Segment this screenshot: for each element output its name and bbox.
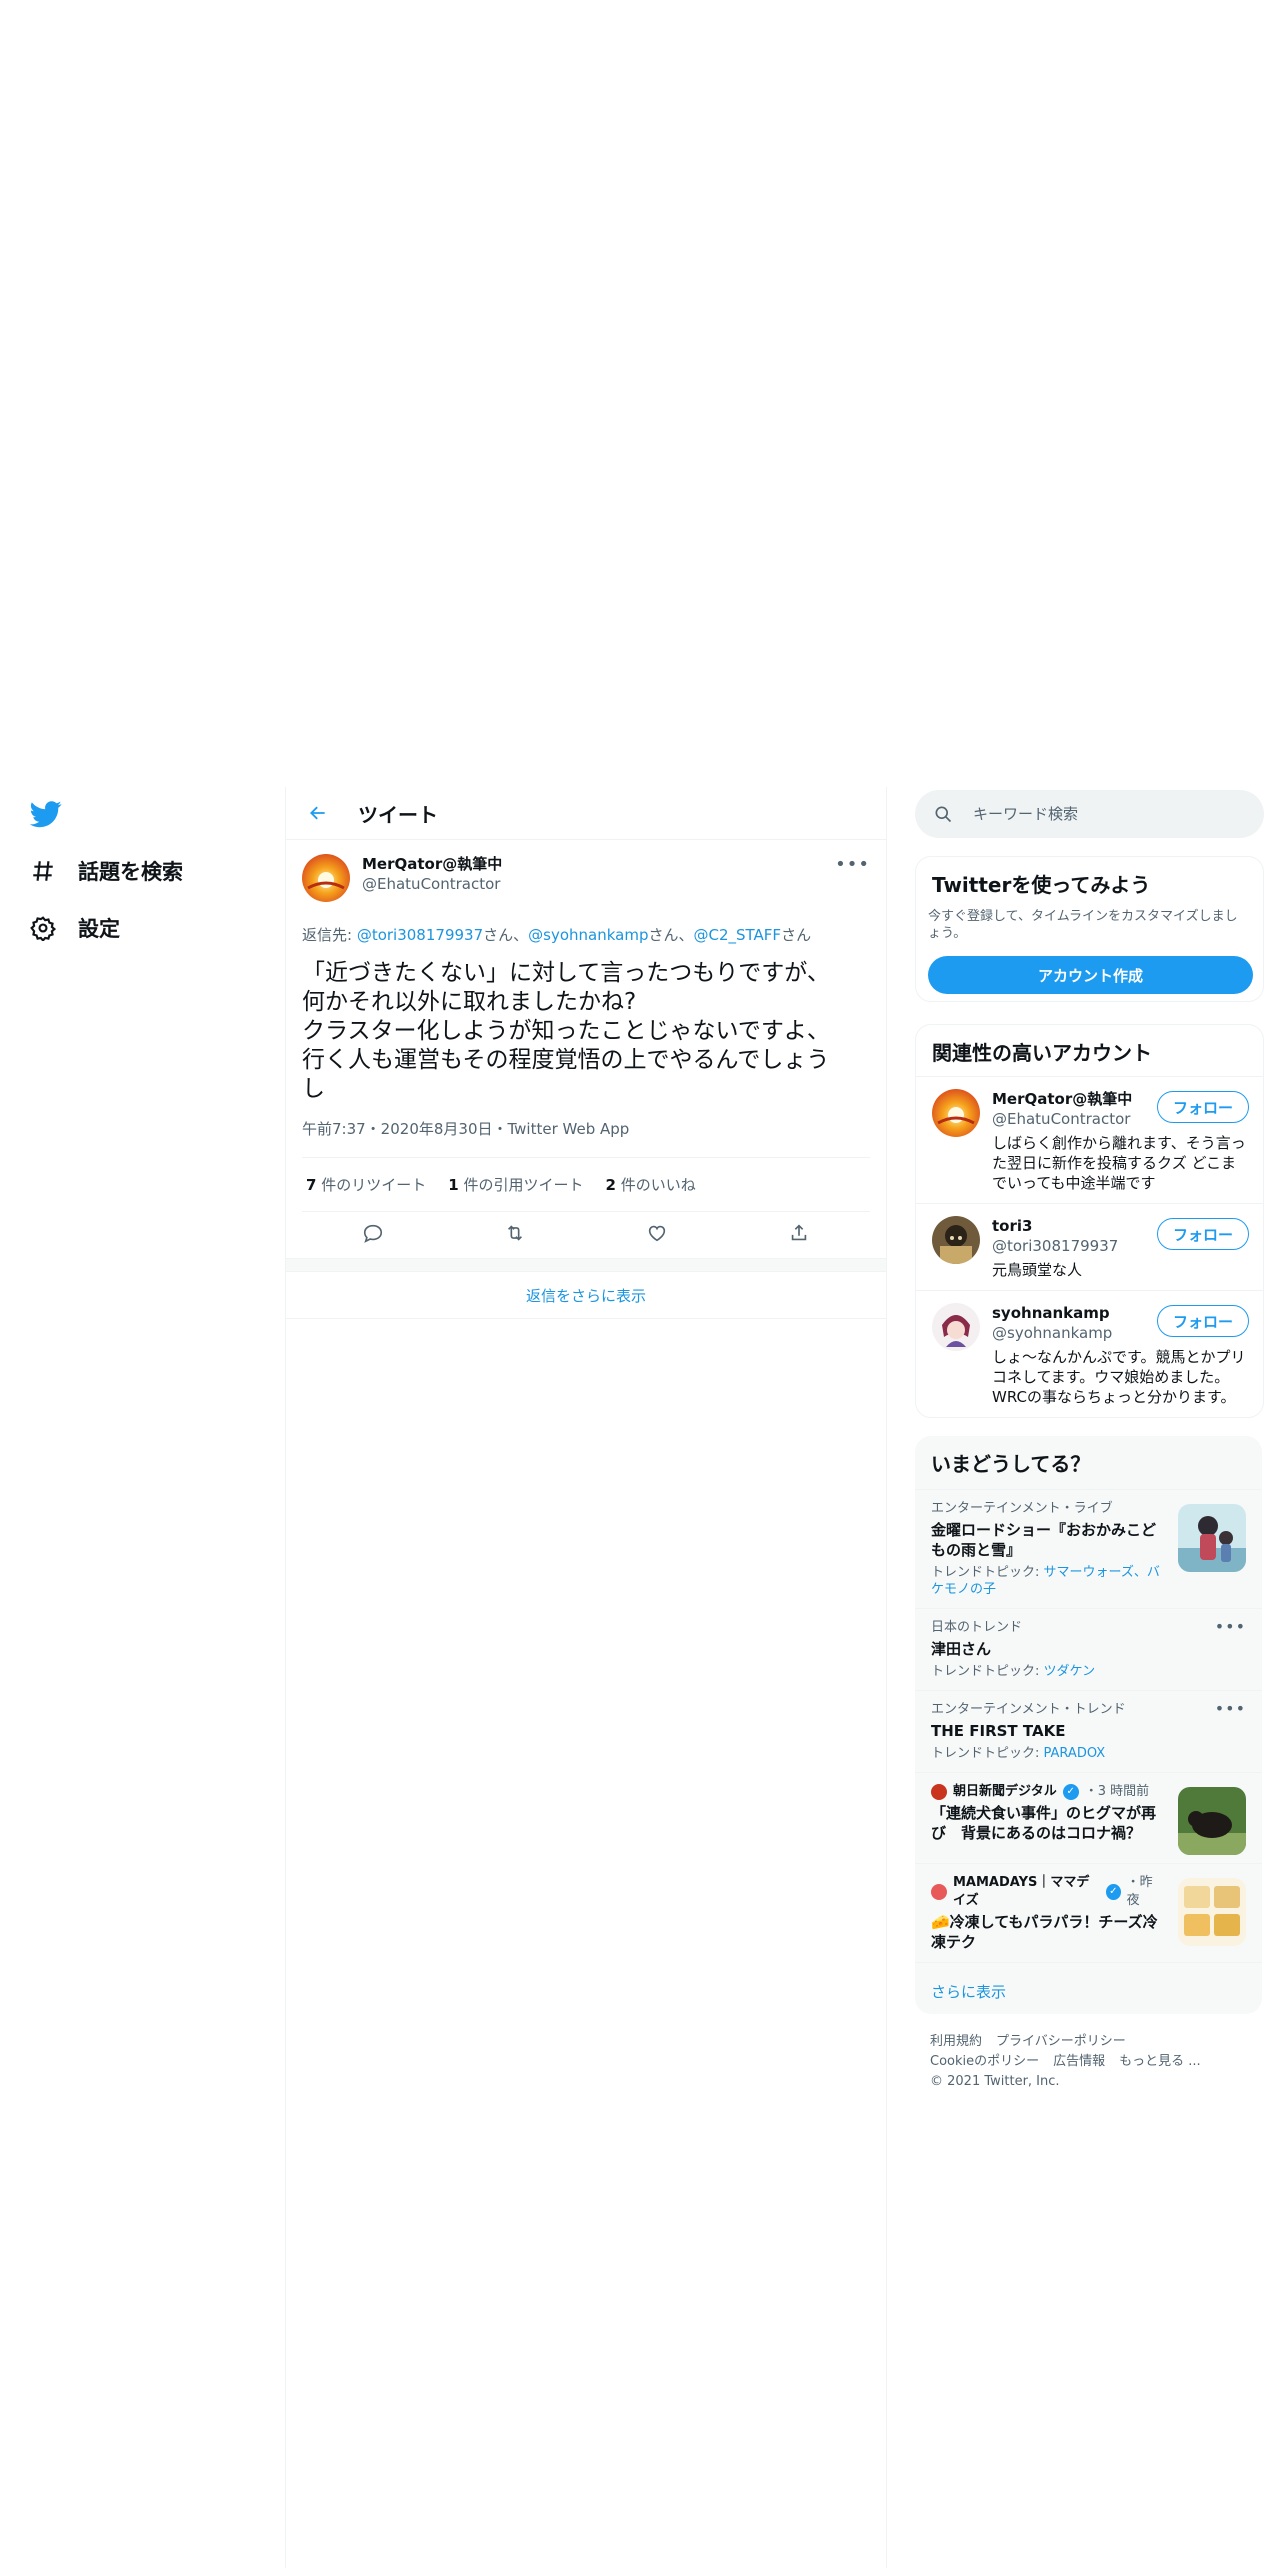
- share-icon[interactable]: [788, 1222, 810, 1248]
- nav-explore-label: 話題を検索: [78, 860, 183, 884]
- tweet-stats: 7 件のリツイート 1 件の引用ツイート 2 件のいいね: [302, 1158, 870, 1212]
- twitter-logo-icon[interactable]: [29, 798, 62, 830]
- copyright: © 2021 Twitter, Inc.: [930, 2074, 1060, 2089]
- back-button[interactable]: [298, 793, 338, 833]
- hashtag-icon: [33, 861, 53, 881]
- reply-to-line: 返信先: @tori308179937さん、@syohnankampさん、@C2…: [302, 926, 812, 944]
- signup-card: Twitterを使ってみよう 今すぐ登録して、タイムラインをカスタマイズしましょ…: [915, 856, 1264, 1002]
- more-options-icon[interactable]: •••: [1215, 1699, 1246, 1718]
- trend-topics: トレンドトピック: サマーウォーズ、バケモノの子: [931, 1565, 1160, 1597]
- trend-topics: トレンドトピック: PARADOX: [931, 1746, 1106, 1761]
- related-accounts-title: 関連性の高いアカウント: [932, 1041, 1152, 1065]
- reply-icon[interactable]: [362, 1222, 384, 1248]
- gear-icon: [30, 916, 56, 941]
- news-source: 朝日新聞デジタル: [953, 1784, 1057, 1799]
- footer-link[interactable]: 利用規約: [930, 2034, 982, 2049]
- trend-item[interactable]: エンターテインメント・ライブ 金曜ロードショー『おおかみこどもの雨と雪』 トレン…: [915, 1489, 1262, 1608]
- signup-title: Twitterを使ってみよう: [932, 873, 1151, 897]
- source-avatar: [931, 1784, 947, 1800]
- follow-button[interactable]: フォロー: [1157, 1218, 1249, 1250]
- tweet-detail: MerQator@執筆中 @EhatuContractor ••• 返信先: @…: [286, 840, 886, 1258]
- trend-title: THE FIRST TAKE: [931, 1722, 1066, 1740]
- account-bio: しょ～なんかんぷです。競馬とかプリコネしてます。ウマ娘始めました。WRCの事なら…: [992, 1348, 1246, 1406]
- divider: [286, 1258, 886, 1272]
- avatar[interactable]: [932, 1216, 980, 1264]
- footer-link[interactable]: 広告情報: [1053, 2054, 1105, 2069]
- trend-item[interactable]: エンターテインメント・トレンド THE FIRST TAKE トレンドトピック:…: [915, 1690, 1262, 1772]
- footer: 利用規約 プライバシーポリシー Cookieのポリシー 広告情報 もっと見る ... …: [930, 2032, 1260, 2092]
- account-item[interactable]: tori3 @tori308179937 元鳥頭堂な人 フォロー: [916, 1203, 1263, 1290]
- page-title: ツイート: [358, 802, 438, 827]
- more-options-icon[interactable]: •••: [1215, 1617, 1246, 1636]
- account-bio: 元鳥頭堂な人: [992, 1261, 1083, 1279]
- tweet-text: 「近づきたくない」に対して言ったつもりですが、 何かそれ以外に取れましたかね? …: [302, 960, 830, 1102]
- avatar[interactable]: [932, 1089, 980, 1137]
- news-thumbnail: [1178, 1787, 1246, 1855]
- arrow-left-icon: [310, 806, 325, 820]
- related-accounts-card: 関連性の高いアカウント MerQator@執筆中 @EhatuContracto…: [915, 1024, 1264, 1418]
- trends-card: いまどうしてる？ エンターテインメント・ライブ 金曜ロードショー『おおかみこども…: [915, 1436, 1262, 2014]
- show-more-replies-link[interactable]: 返信をさらに表示: [286, 1272, 886, 1319]
- nav-explore[interactable]: 話題を検索: [30, 851, 183, 891]
- author-handle[interactable]: @EhatuContractor: [362, 874, 502, 894]
- verified-badge-icon: ✓: [1106, 1884, 1121, 1900]
- trend-title: 金曜ロードショー『おおかみこどもの雨と雪』: [931, 1521, 1157, 1559]
- signup-description: 今すぐ登録して、タイムラインをカスタマイズしましょう。: [928, 909, 1238, 941]
- search-box[interactable]: [915, 790, 1264, 838]
- account-bio: しばらく創作から離れます、そう言った翌日に新作を投稿するクズ どこまでいっても中…: [992, 1134, 1246, 1192]
- more-options-icon[interactable]: •••: [835, 854, 870, 875]
- mention-link[interactable]: @tori308179937: [357, 926, 483, 944]
- retweet-count[interactable]: 7 件のリツイート: [306, 1174, 426, 1195]
- nav-settings-label: 設定: [78, 917, 120, 941]
- trend-meta: エンターテインメント・ライブ: [931, 1501, 1113, 1516]
- author-name[interactable]: MerQator@執筆中: [362, 854, 502, 874]
- trend-meta: 日本のトレンド: [931, 1620, 1023, 1635]
- trend-meta: エンターテインメント・トレンド: [931, 1702, 1126, 1717]
- trend-thumbnail: [1178, 1504, 1246, 1572]
- like-count[interactable]: 2 件のいいね: [605, 1174, 695, 1195]
- tweet-actions: [302, 1212, 870, 1258]
- news-time: ・3 時間前: [1084, 1784, 1150, 1799]
- tweet-timestamp[interactable]: 午前7:37・2020年8月30日・Twitter Web App: [302, 1118, 870, 1158]
- trend-topic-link[interactable]: PARADOX: [1044, 1746, 1106, 1761]
- retweet-icon[interactable]: [504, 1222, 526, 1248]
- trend-topic-link[interactable]: ツダケン: [1044, 1664, 1096, 1679]
- tweet-author: MerQator@執筆中 @EhatuContractor •••: [302, 854, 870, 902]
- search-input[interactable]: [971, 804, 1235, 824]
- avatar[interactable]: [932, 1303, 980, 1351]
- trend-title: 津田さん: [931, 1640, 992, 1658]
- news-title: 🧀冷凍してもパラパラ！チーズ冷凍テク: [931, 1913, 1158, 1951]
- main-column: ツイート MerQator@執筆中 @EhatuContractor ••• 返…: [285, 787, 887, 2568]
- news-item[interactable]: 朝日新聞デジタル ✓ ・3 時間前 「連続犬食い事件」のヒグマが再び 背景にある…: [915, 1772, 1262, 1863]
- news-thumbnail: [1178, 1878, 1246, 1946]
- account-item[interactable]: syohnankamp @syohnankamp しょ～なんかんぷです。競馬とか…: [916, 1290, 1263, 1417]
- news-title: 「連続犬食い事件」のヒグマが再び 背景にあるのはコロナ禍？: [931, 1804, 1157, 1842]
- follow-button[interactable]: フォロー: [1157, 1091, 1249, 1123]
- news-time: ・昨夜: [1126, 1875, 1153, 1908]
- show-more-trends-link[interactable]: さらに表示: [915, 1962, 1262, 2014]
- source-avatar: [931, 1884, 947, 1900]
- quote-count[interactable]: 1 件の引用ツイート: [448, 1174, 583, 1195]
- footer-link[interactable]: プライバシーポリシー: [996, 2034, 1126, 2049]
- trend-topics: トレンドトピック: ツダケン: [931, 1664, 1096, 1679]
- like-icon[interactable]: [646, 1222, 668, 1248]
- nav-settings[interactable]: 設定: [30, 908, 120, 948]
- follow-button[interactable]: フォロー: [1157, 1305, 1249, 1337]
- mention-link[interactable]: @syohnankamp: [528, 926, 648, 944]
- footer-link[interactable]: Cookieのポリシー: [930, 2054, 1039, 2069]
- page-header: ツイート: [286, 787, 886, 840]
- search-icon: [935, 806, 952, 823]
- create-account-button[interactable]: アカウント作成: [928, 956, 1253, 994]
- news-item[interactable]: MAMADAYS｜ママデイズ ✓ ・昨夜 🧀冷凍してもパラパラ！チーズ冷凍テク: [915, 1863, 1262, 1962]
- verified-badge-icon: ✓: [1062, 1784, 1079, 1800]
- avatar[interactable]: [302, 854, 350, 902]
- footer-link[interactable]: もっと見る ...: [1119, 2054, 1201, 2069]
- news-source: MAMADAYS｜ママデイズ: [953, 1875, 1090, 1908]
- trends-title: いまどうしてる？: [931, 1452, 1091, 1476]
- account-item[interactable]: MerQator@執筆中 @EhatuContractor しばらく創作から離れ…: [916, 1076, 1263, 1203]
- mention-link[interactable]: @C2_STAFF: [694, 926, 782, 944]
- trend-item[interactable]: 日本のトレンド 津田さん トレンドトピック: ツダケン •••: [915, 1608, 1262, 1690]
